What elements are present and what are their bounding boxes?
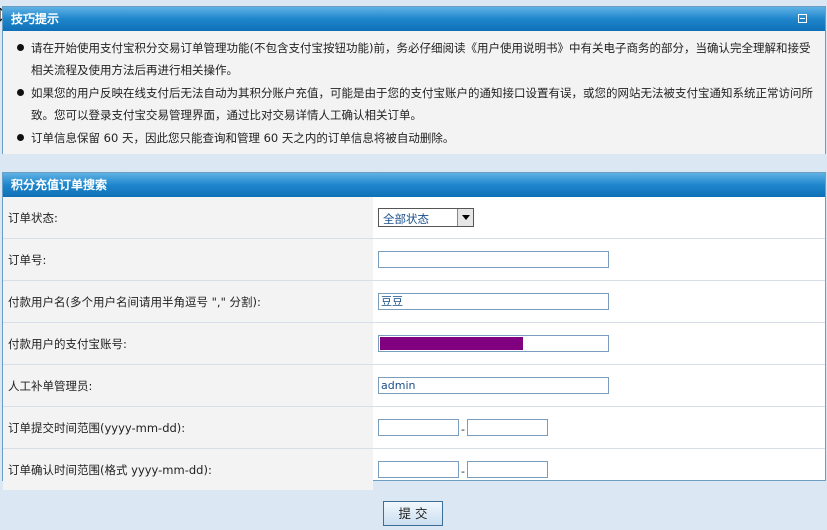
submit-time-label: 订单提交时间范围(yyyy-mm-dd): (3, 406, 373, 449)
manual-admin-input[interactable]: admin (378, 377, 609, 394)
form-row-manual-admin: 人工补单管理员: admin (3, 364, 825, 407)
tips-panel-header: 技巧提示 (3, 7, 825, 31)
form-row-order-status: 订单状态: 全部状态 (3, 197, 825, 239)
range-separator: - (461, 423, 465, 436)
tip-item: 如果您的用户反映在线支付后无法自动为其积分账户充值，可能是由于您的支付宝账户的通… (17, 82, 817, 126)
submit-time-to-input[interactable] (467, 419, 548, 436)
payer-alipay-label: 付款用户的支付宝账号: (3, 322, 373, 365)
form-row-submit-time: 订单提交时间范围(yyyy-mm-dd): - (3, 406, 825, 449)
submit-time-from-input[interactable] (378, 419, 459, 436)
order-no-input[interactable] (378, 251, 609, 268)
chevron-down-icon[interactable] (457, 209, 473, 226)
tip-item: 请在开始使用支付宝积分交易订单管理功能(不包含支付宝按钮功能)前，务必仔细阅读《… (17, 37, 817, 81)
search-panel-title: 积分充值订单搜索 (11, 178, 108, 192)
confirm-time-from-input[interactable] (378, 461, 459, 478)
submit-button[interactable]: 提交 (383, 501, 443, 526)
form-row-payer-alipay: 付款用户的支付宝账号: (3, 322, 825, 365)
confirm-time-to-input[interactable] (467, 461, 548, 478)
tips-panel-title: 技巧提示 (11, 12, 60, 26)
search-panel-header: 积分充值订单搜索 (3, 173, 825, 197)
form-row-confirm-time: 订单确认时间范围(格式 yyyy-mm-dd): - (3, 448, 825, 490)
form-row-order-no: 订单号: (3, 238, 825, 281)
payer-name-label: 付款用户名(多个用户名间请用半角逗号 "," 分割): (3, 280, 373, 323)
payer-alipay-input[interactable] (378, 335, 609, 352)
order-status-select[interactable]: 全部状态 (378, 208, 474, 227)
search-form: 订单状态: 全部状态 订单号: 付款用户名(多个用户名间请用半角逗号 "," 分… (3, 197, 825, 490)
redaction-block (380, 337, 523, 350)
payer-name-input[interactable]: 豆豆 (378, 293, 609, 310)
manual-admin-label: 人工补单管理员: (3, 364, 373, 407)
tips-content: 请在开始使用支付宝积分交易订单管理功能(不包含支付宝按钮功能)前，务必仔细阅读《… (3, 31, 825, 154)
confirm-time-label: 订单确认时间范围(格式 yyyy-mm-dd): (3, 448, 373, 490)
range-separator: - (461, 465, 465, 478)
collapse-icon[interactable] (798, 14, 807, 23)
tips-panel: 技巧提示 请在开始使用支付宝积分交易订单管理功能(不包含支付宝按钮功能)前，务必… (2, 6, 826, 154)
search-panel: 积分充值订单搜索 订单状态: 全部状态 订单号: 付款用户名(多个用户名间请用半… (2, 172, 826, 490)
order-status-label: 订单状态: (3, 197, 373, 239)
tip-item: 订单信息保留 60 天，因此您只能查询和管理 60 天之内的订单信息将被自动删除… (17, 127, 817, 149)
order-no-label: 订单号: (3, 238, 373, 281)
form-row-payer-name: 付款用户名(多个用户名间请用半角逗号 "," 分割): 豆豆 (3, 280, 825, 323)
order-status-selected: 全部状态 (383, 212, 429, 226)
